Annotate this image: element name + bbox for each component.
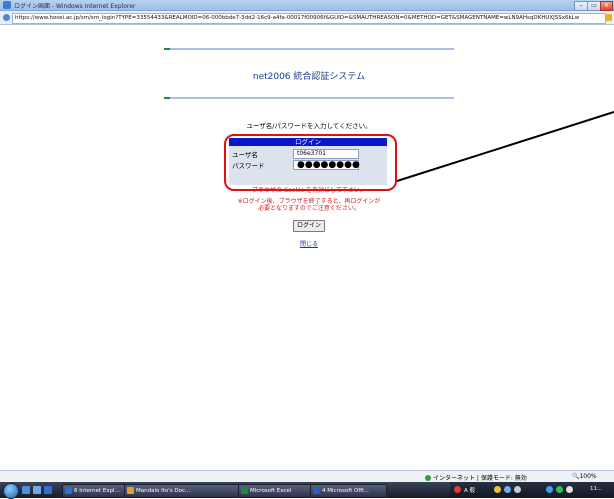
system-tray: A 般 11:.. <box>450 482 614 498</box>
zoom-level[interactable]: 🔍100% <box>572 473 597 480</box>
header-divider-top <box>164 48 454 50</box>
close-link[interactable]: 閉じる <box>300 239 318 248</box>
close-window-button[interactable]: ✕ <box>600 1 613 11</box>
office-icon <box>313 487 320 494</box>
taskbar-item-documents[interactable]: Mandalo Ito's Doc... <box>124 484 245 498</box>
url-field[interactable]: https://www.hosei.ac.jp/sm/sm_login?TYPE… <box>12 13 606 24</box>
window-title: ログイン画面 - Windows Internet Explorer <box>14 3 136 10</box>
security-zone-label: インターネット | 保護モード: 無効 <box>433 475 527 482</box>
header-divider-bottom <box>164 97 454 99</box>
clock[interactable]: 11:.. <box>590 486 602 492</box>
minimize-button[interactable]: – <box>574 1 588 11</box>
ie-icon <box>3 1 11 9</box>
ie-icon <box>65 487 72 494</box>
page-content: net2006 統合認証システム ユーザ名/パスワードを入力してください。 ログ… <box>0 25 614 470</box>
window-switcher-icon[interactable] <box>33 486 41 494</box>
logout-warning: ※ログイン後、ブラウザを終了すると、再ログインが 必要となりますのでご注意くださ… <box>164 198 454 212</box>
instruction-text: ユーザ名/パスワードを入力してください。 <box>246 122 372 130</box>
address-bar: https://www.hosei.ac.jp/sm/sm_login?TYPE… <box>0 11 614 25</box>
title-bar: ログイン画面 - Windows Internet Explorer – ▭ ✕ <box>0 0 614 11</box>
volume-icon[interactable] <box>566 486 573 493</box>
system-title: net2006 統合認証システム <box>252 72 366 82</box>
taskbar-item-label: Microsoft Excel <box>250 488 292 494</box>
taskbar: 6 Internet Expl... Mandalo Ito's Doc... … <box>0 482 614 499</box>
ime-indicator[interactable]: A 般 <box>464 486 475 494</box>
zoom-value: 100% <box>579 473 597 480</box>
tray-app-icon[interactable] <box>556 486 563 493</box>
cookie-note: ブラウザの Cookie を有効にして下さい。 <box>252 187 366 194</box>
login-button[interactable]: ログイン <box>293 220 325 232</box>
taskbar-item-label: 4 Microsoft Offi... <box>322 488 369 494</box>
globe-icon <box>425 475 431 481</box>
logout-warning-line2: 必要となりますのでご注意ください。 <box>258 205 360 212</box>
ie-quicklaunch-icon[interactable] <box>44 486 52 494</box>
excel-icon <box>241 487 248 494</box>
start-button[interactable] <box>3 483 19 499</box>
network-icon[interactable] <box>546 486 553 493</box>
alert-icon[interactable] <box>454 486 461 493</box>
taskbar-item-excel[interactable]: Microsoft Excel <box>238 484 317 498</box>
annotation-highlight-ring <box>224 134 397 191</box>
taskbar-item-label: Mandalo Ito's Doc... <box>136 488 191 494</box>
security-zone[interactable]: インターネット | 保護モード: 無効 <box>425 473 527 482</box>
show-desktop-icon[interactable] <box>22 486 30 494</box>
maximize-button[interactable]: ▭ <box>587 1 601 11</box>
tray-app-icon[interactable] <box>514 486 521 493</box>
taskbar-item-ie[interactable]: 6 Internet Expl... <box>62 484 131 498</box>
folder-icon <box>127 487 134 494</box>
tray-app-icon[interactable] <box>494 486 501 493</box>
taskbar-item-office[interactable]: 4 Microsoft Offi... <box>310 484 387 498</box>
taskbar-item-label: 6 Internet Expl... <box>74 488 120 494</box>
logout-warning-line1: ※ログイン後、ブラウザを終了すると、再ログインが <box>237 198 381 205</box>
lock-icon[interactable] <box>606 14 612 21</box>
tray-app-icon[interactable] <box>504 486 511 493</box>
page-icon <box>3 14 10 21</box>
